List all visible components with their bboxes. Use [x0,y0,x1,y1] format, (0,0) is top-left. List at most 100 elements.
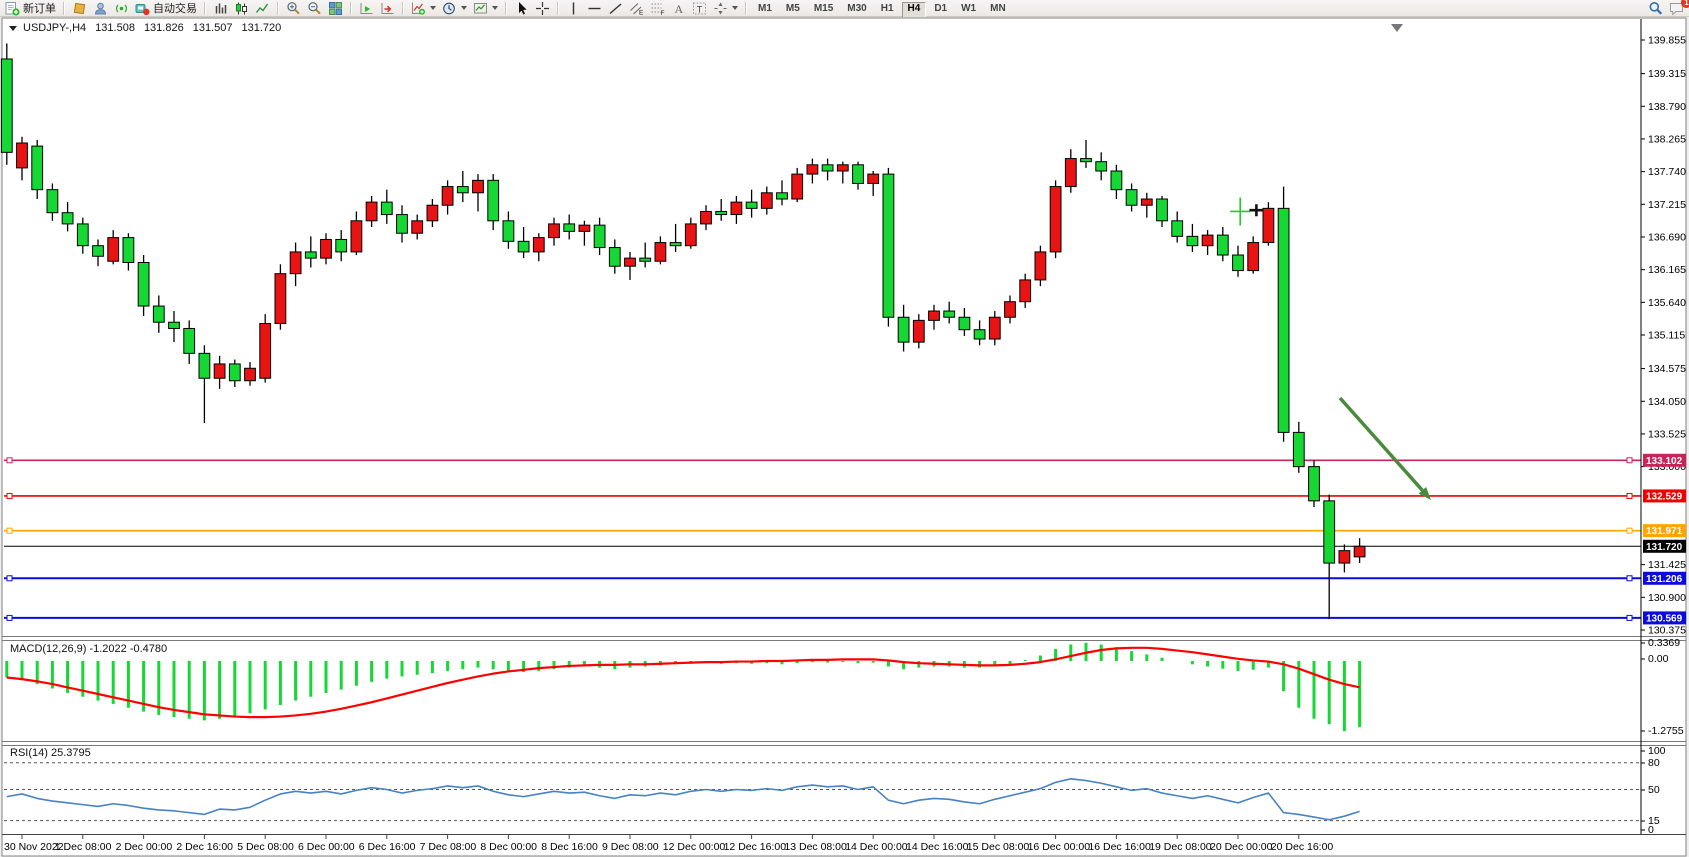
timeframe-button-m5[interactable]: M5 [780,2,806,18]
cursor-button[interactable] [511,0,532,16]
text-icon: A [671,1,686,16]
svg-text:138.265: 138.265 [1648,133,1686,145]
toolbar-separator [350,2,352,15]
search-button[interactable] [1645,0,1666,16]
zoom-out-icon [307,1,322,16]
timeframe-button-mn[interactable]: MN [984,2,1012,18]
signals-icon [114,1,129,16]
new-order-button[interactable]: 新订单 [2,0,59,16]
dropdown-caret-icon [492,6,498,10]
trendline-icon [608,1,623,16]
mt4-application-window: 新订单 自动交易 E F A T [0,0,1689,857]
svg-text:134.050: 134.050 [1648,396,1686,408]
svg-text:T: T [697,4,703,14]
new-order-label: 新订单 [23,0,56,16]
zoom-in-icon [286,1,301,16]
timeframe-button-m1[interactable]: M1 [752,2,778,18]
svg-text:130.569: 130.569 [1646,613,1683,624]
level-handle [7,458,12,463]
notification-badge: 1 [1681,0,1689,8]
svg-text:135.115: 135.115 [1648,329,1685,341]
periods-button[interactable] [439,0,470,16]
auto-scroll-button[interactable] [356,0,377,16]
horizontal-line-button[interactable] [584,0,605,16]
fibonacci-button[interactable]: F [647,0,668,16]
zoom-out-button[interactable] [304,0,325,16]
level-handle [1627,493,1632,498]
svg-text:5 Dec 08:00: 5 Dec 08:00 [237,841,294,853]
timeframe-button-h1[interactable]: H1 [875,2,900,18]
indicators-icon [411,1,426,16]
profiles-button[interactable] [90,0,111,16]
dropdown-caret-icon [732,6,738,10]
svg-text:50: 50 [1648,784,1660,796]
level-handle [1627,458,1632,463]
svg-text:8 Dec 00:00: 8 Dec 00:00 [480,841,537,853]
vertical-line-button[interactable] [563,0,584,16]
timeframe-button-m30[interactable]: M30 [841,2,872,18]
svg-text:1 Dec 08:00: 1 Dec 08:00 [55,841,112,853]
chart-window-frame [2,18,1686,856]
level-handle [1627,615,1632,620]
toolbar-separator [557,2,559,15]
svg-text:12 Dec 16:00: 12 Dec 16:00 [724,841,787,853]
timeframe-button-d1[interactable]: D1 [928,2,953,18]
level-handle [1627,576,1632,581]
timeframe-button-w1[interactable]: W1 [955,2,982,18]
periods-clock-icon [442,1,457,16]
svg-text:139.315: 139.315 [1648,68,1686,80]
auto-trading-button[interactable]: 自动交易 [132,0,200,16]
tile-windows-button[interactable] [325,0,346,16]
indicators-button[interactable] [408,0,439,16]
toolbar-separator [402,2,404,15]
bar-chart-button[interactable] [210,0,231,16]
arrow-objects-button[interactable] [710,0,741,16]
svg-text:2 Dec 16:00: 2 Dec 16:00 [176,841,233,853]
price-chart-canvas[interactable]: 139.855139.315138.790138.265137.740137.2… [0,17,1689,857]
svg-text:15 Dec 08:00: 15 Dec 08:00 [967,841,1030,853]
level-handle [7,493,12,498]
chart-window-icon [72,1,87,16]
candlestick-chart-button[interactable] [231,0,252,16]
timeframe-button-m15[interactable]: M15 [808,2,839,18]
svg-text:6 Dec 00:00: 6 Dec 00:00 [298,841,355,853]
svg-text:100: 100 [1648,745,1666,757]
chart-window[interactable]: 139.855139.315138.790138.265137.740137.2… [0,17,1689,857]
notifications-button[interactable]: 1 [1666,0,1687,16]
level-handle [7,528,12,533]
equidistant-channel-button[interactable]: E [626,0,647,16]
text-button[interactable]: A [668,0,689,16]
chart-window-button[interactable] [69,0,90,16]
profiles-icon [93,1,108,16]
svg-text:9 Dec 08:00: 9 Dec 08:00 [602,841,659,853]
crosshair-button[interactable] [532,0,553,16]
signals-button[interactable] [111,0,132,16]
text-label-button[interactable]: T [689,0,710,16]
bar-chart-icon [213,1,228,16]
timeframe-button-h4[interactable]: H4 [902,2,927,18]
svg-text:136.165: 136.165 [1648,264,1686,276]
line-chart-button[interactable] [252,0,273,16]
svg-text:0.3369: 0.3369 [1648,637,1680,649]
auto-trading-label: 自动交易 [153,0,197,16]
candlestick-chart-icon [234,1,249,16]
trendline-button[interactable] [605,0,626,16]
svg-text:137.215: 137.215 [1648,199,1686,211]
svg-text:137.740: 137.740 [1648,166,1686,178]
templates-button[interactable] [470,0,501,16]
level-handle [7,576,12,581]
svg-text:138.790: 138.790 [1648,101,1686,113]
svg-text:135.640: 135.640 [1648,297,1686,309]
toolbar-separator [204,2,206,15]
chart-shift-button[interactable] [377,0,398,16]
timeframe-toolbar: M1M5M15M30H1H4D1W1MN [751,0,1013,18]
svg-text:20 Dec 00:00: 20 Dec 00:00 [1210,841,1273,853]
zoom-in-button[interactable] [283,0,304,16]
svg-text:A: A [675,2,684,16]
svg-text:130.900: 130.900 [1648,592,1686,604]
search-icon [1648,1,1663,16]
fibonacci-icon: F [650,1,665,16]
toolbar-separator [277,2,279,15]
vertical-line-icon [566,1,581,16]
svg-text:2 Dec 00:00: 2 Dec 00:00 [116,841,173,853]
